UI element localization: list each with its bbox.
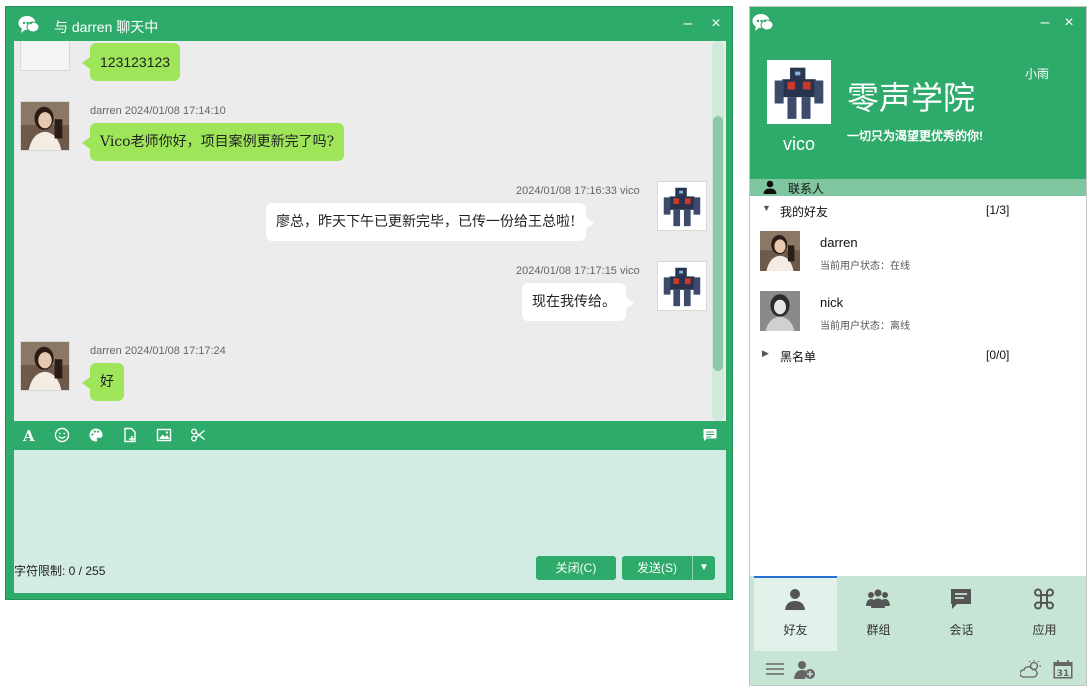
message-bubble: 廖总，昨天下午已更新完毕，已传一份给王总啦! (266, 203, 594, 241)
caret-down-icon: ▼ (762, 203, 771, 213)
avatar[interactable] (657, 181, 707, 231)
message-time: 2024/01/08 17:14:10 (124, 105, 226, 117)
friend-item-nick[interactable]: nick 当前用户状态：离线 (750, 287, 1086, 343)
tab-label: 应用 (1032, 623, 1057, 637)
close-window-button[interactable]: × (1060, 14, 1078, 32)
message-list[interactable]: 123123123 darren 2024/01/08 17:14:10 Vic… (14, 41, 726, 421)
message-bubble: 现在我传给。 (522, 283, 634, 321)
chat-title: 与 darren 聊天中 (54, 19, 159, 35)
avatar (760, 231, 800, 271)
emoji-icon[interactable] (54, 427, 70, 443)
org-name: 零声学院 (847, 80, 976, 116)
avatar (760, 291, 800, 331)
message-sender: darren (90, 105, 122, 117)
friend-status: 当前用户状态：离线 (820, 321, 910, 332)
robot-avatar-icon (658, 182, 706, 230)
woman-avatar-icon (21, 102, 69, 150)
avatar[interactable] (657, 261, 707, 311)
contacts-header: 联系人 (750, 179, 1086, 196)
send-button[interactable]: 发送(S) (622, 556, 692, 580)
tab-label: 会话 (949, 623, 974, 637)
add-contact-icon[interactable] (794, 659, 816, 679)
message-time: 2024/01/08 17:16:33 (516, 185, 617, 197)
menu-icon[interactable] (764, 659, 786, 679)
avatar (20, 41, 70, 71)
signature-name[interactable]: 小雨 (1025, 65, 1049, 82)
slogan: 一切只为渴望更优秀的你! (847, 129, 983, 143)
friend-name: nick (820, 295, 844, 310)
message-bubble: 123123123 (81, 43, 181, 81)
panel-header[interactable]: – × vico 零声学院 小雨 一切只为渴望更优秀的你! (750, 7, 1086, 179)
my-avatar[interactable] (767, 60, 831, 124)
message-sender: vico (620, 265, 640, 277)
friend-item-darren[interactable]: darren 当前用户状态：在线 (750, 227, 1086, 283)
robot-avatar-icon (658, 262, 706, 310)
friend-status: 当前用户状态：在线 (820, 261, 910, 272)
woman-avatar-icon (21, 342, 69, 390)
main-panel: – × vico 零声学院 小雨 一切只为渴望更优秀的你! 联系人 ▼ 我的好友 (749, 6, 1087, 686)
group-name: 我的好友 (780, 205, 829, 219)
woman-avatar-gray-icon (760, 291, 800, 331)
my-username: vico (783, 134, 816, 154)
tab-friends[interactable]: 好友 (754, 576, 837, 651)
person-icon (763, 180, 777, 194)
friend-name: darren (820, 235, 858, 250)
calendar-day: 31 (1057, 669, 1070, 679)
chat-window: 与 darren 聊天中 – × 123123123 darren 2024/0… (5, 6, 733, 600)
calendar-icon[interactable]: 31 (1052, 659, 1074, 679)
font-icon[interactable]: A (21, 427, 37, 443)
message-sender: darren (90, 345, 122, 357)
woman-avatar-icon (760, 231, 800, 271)
caret-right-icon: ▶ (762, 348, 769, 358)
message-time: 2024/01/08 17:17:24 (124, 345, 226, 357)
chat-titlebar[interactable]: 与 darren 聊天中 – × (6, 7, 732, 41)
tab-groups[interactable]: 群组 (837, 576, 920, 651)
tab-label: 群组 (866, 623, 891, 637)
close-window-button[interactable]: × (707, 15, 725, 33)
message-bubble: 好 (82, 363, 124, 401)
group-blacklist[interactable]: ▶ 黑名单 [0/0] (750, 345, 1086, 365)
avatar[interactable] (20, 101, 70, 151)
message-sender: vico (620, 185, 640, 197)
bottom-bar: 31 (750, 651, 1086, 685)
command-icon (1034, 588, 1054, 610)
message-time: 2024/01/08 17:17:15 (516, 265, 617, 277)
send-options-dropdown[interactable]: ▼ (692, 556, 715, 580)
svg-text:A: A (22, 427, 35, 443)
group-name: 黑名单 (780, 350, 817, 364)
chat-logo-icon (752, 14, 774, 31)
chat-logo-icon (18, 16, 40, 33)
message-history-icon[interactable] (702, 427, 718, 443)
group-my-friends[interactable]: ▼ 我的好友 [1/3] (750, 200, 1086, 220)
palette-icon[interactable] (88, 427, 104, 443)
tab-apps[interactable]: 应用 (1003, 576, 1086, 651)
tab-sessions[interactable]: 会话 (920, 576, 1003, 651)
scissors-icon[interactable] (190, 427, 206, 443)
tab-label: 好友 (783, 623, 808, 637)
message-input[interactable]: 字符限制: 0 / 255 关闭(C) 发送(S) ▼ (14, 450, 726, 593)
group-count: [0/0] (986, 348, 1010, 362)
char-limit-label: 字符限制: 0 / 255 (14, 564, 106, 578)
contacts-label: 联系人 (788, 182, 825, 196)
message-scrollbar[interactable] (712, 41, 724, 421)
group-count: [1/3] (986, 203, 1010, 217)
group-icon (866, 589, 890, 608)
chat-icon (951, 589, 971, 609)
weather-icon[interactable] (1020, 659, 1042, 679)
scrollbar-thumb[interactable] (713, 116, 723, 371)
chat-toolbar: A (14, 421, 726, 449)
robot-avatar-icon (767, 60, 831, 124)
close-button[interactable]: 关闭(C) (536, 556, 616, 580)
file-add-icon[interactable] (122, 427, 138, 443)
person-icon (785, 589, 805, 610)
minimize-button[interactable]: – (679, 15, 697, 33)
message-bubble: Vico老师你好，项目案例更新完了吗? (81, 123, 345, 161)
bottom-tabs: 好友 群组 会话 应用 (750, 576, 1086, 651)
image-icon[interactable] (156, 427, 172, 443)
minimize-button[interactable]: – (1036, 14, 1054, 32)
avatar[interactable] (20, 341, 70, 391)
